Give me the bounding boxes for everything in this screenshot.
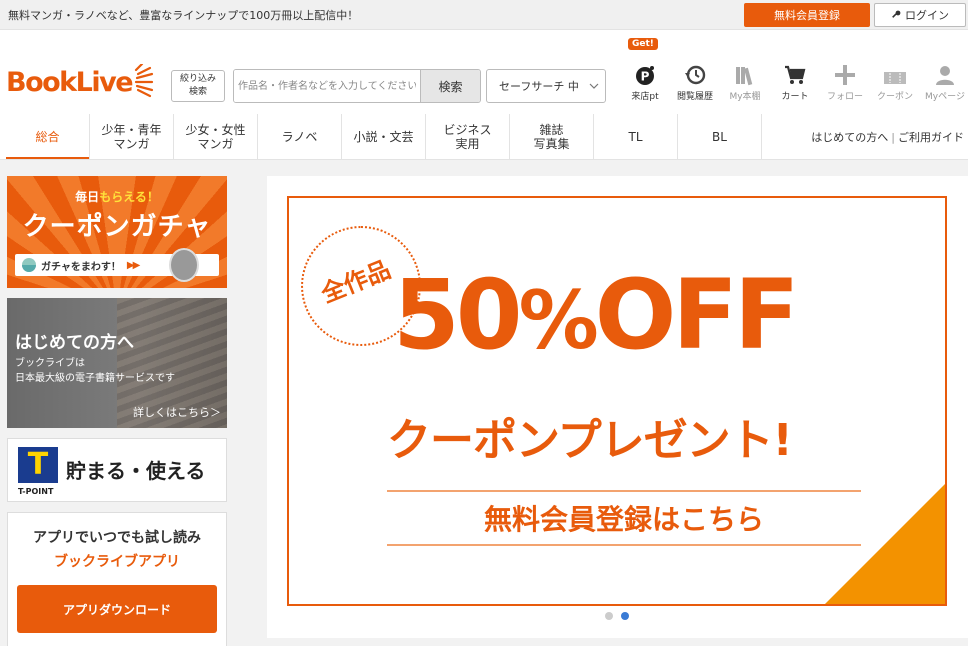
app-promo-line1: アプリでいつでも試し読み <box>33 530 201 546</box>
login-button[interactable]: ログイン <box>874 2 966 27</box>
cart-icon <box>785 65 806 84</box>
first-time-title: はじめての方へ <box>15 333 134 353</box>
header: BookLive 絞り込み 検索 検索 セーフサーチ 中 Get! P <box>0 30 968 114</box>
app-download-button[interactable]: アプリダウンロード <box>17 585 217 633</box>
tab-bl[interactable]: BL <box>678 114 762 159</box>
gacha-title: クーポンガチャ <box>22 212 212 242</box>
safe-search-select[interactable]: セーフサーチ 中 <box>486 69 606 103</box>
store-point-link[interactable]: Get! P 来店pt <box>620 38 670 114</box>
first-time-link[interactable]: はじめての方へ <box>811 129 888 145</box>
hero-carousel: 全作品 50%OFF クーポンプレゼント! 無料会員登録はこちら <box>267 176 968 638</box>
register-button[interactable]: 無料会員登録 <box>744 2 870 27</box>
history-icon <box>685 65 706 85</box>
tpoint-text: 貯まる・使える <box>66 459 206 483</box>
key-icon <box>892 10 901 18</box>
coupon-gacha-banner[interactable]: 毎日もらえる！ クーポンガチャ ガチャをまわす！ ▶▶ <box>7 176 227 288</box>
hero-banner[interactable]: 全作品 50%OFF クーポンプレゼント! 無料会員登録はこちら <box>287 196 947 606</box>
search-input[interactable] <box>234 70 420 102</box>
bookshelf-label: My本棚 <box>729 92 761 102</box>
safe-search-value: セーフサーチ 中 <box>499 80 579 93</box>
tab-business[interactable]: ビジネス 実用 <box>426 114 510 159</box>
first-time-banner[interactable]: はじめての方へ ブックライブは 日本最大級の電子書籍サービスです 詳しくはこちら… <box>7 298 227 428</box>
corner-decoration <box>825 484 945 604</box>
point-icon: P <box>636 66 654 85</box>
tab-shojo-josei[interactable]: 少女・女性 マンガ <box>174 114 258 159</box>
tpoint-logo: T <box>18 447 58 483</box>
login-label: ログイン <box>905 8 949 22</box>
follow-label: フォロー <box>826 92 863 102</box>
bookshelf-link[interactable]: My本棚 <box>720 38 770 114</box>
guide-links: はじめての方へ | ご利用ガイド <box>811 114 964 160</box>
cart-label: カート <box>781 92 809 102</box>
divider-top <box>387 490 861 492</box>
carousel-dot-1[interactable] <box>605 612 613 620</box>
guide-separator: | <box>891 130 895 144</box>
filter-label-line1: 絞り込み <box>179 74 216 84</box>
get-badge: Get! <box>628 38 658 50</box>
sunburst-icon <box>134 64 154 98</box>
coupon-label: クーポン <box>876 92 913 102</box>
tpoint-logo-label: T-POINT <box>18 487 54 496</box>
gacha-capsule-icon <box>22 258 36 272</box>
gacha-spin-label: ガチャをまわす！ <box>41 261 121 273</box>
sidebar: 毎日もらえる！ クーポンガチャ ガチャをまわす！ ▶▶ はじめての方へ ブックラ… <box>7 176 227 646</box>
promo-message: 無料マンガ・ラノベなど、豊富なラインナップで100万冊以上配信中！ <box>8 8 359 22</box>
divider-bottom <box>387 544 861 546</box>
gacha-arrows: ▶▶ <box>126 259 140 271</box>
tab-magazine-photo[interactable]: 雑誌 写真集 <box>510 114 594 159</box>
account-actions: 無料会員登録 ログイン <box>744 2 968 27</box>
history-link[interactable]: 閲覧履歴 <box>670 38 720 114</box>
svg-text:P: P <box>641 70 650 84</box>
filter-label-line2: 検索 <box>188 87 207 97</box>
first-time-description: ブックライブは 日本最大級の電子書籍サービスです <box>15 358 175 384</box>
tab-shonen-seinen[interactable]: 少年・青年 マンガ <box>90 114 174 159</box>
history-label: 閲覧履歴 <box>676 92 713 102</box>
discount-text: 50%OFF <box>393 259 800 371</box>
hero-register-link[interactable]: 無料会員登録はこちら <box>387 498 861 538</box>
coupon-link[interactable]: クーポン <box>870 38 920 114</box>
first-time-more-link[interactable]: 詳しくはこちら＞ <box>133 404 221 420</box>
app-promo-line2: ブックライブアプリ <box>54 554 180 570</box>
carousel-dot-2[interactable] <box>621 612 629 620</box>
cart-link[interactable]: カート <box>770 38 820 114</box>
tab-general[interactable]: 総合 <box>6 114 90 159</box>
chevron-down-icon <box>589 83 599 89</box>
search-box: 検索 <box>233 69 481 103</box>
top-bar: 無料マンガ・ラノベなど、豊富なラインナップで100万冊以上配信中！ 無料会員登録… <box>0 0 968 30</box>
main-content: 毎日もらえる！ クーポンガチャ ガチャをまわす！ ▶▶ はじめての方へ ブックラ… <box>0 160 968 646</box>
tab-novel-literature[interactable]: 小説・文芸 <box>342 114 426 159</box>
mypage-link[interactable]: Myページ <box>920 38 968 114</box>
filter-search-button[interactable]: 絞り込み 検索 <box>171 70 225 102</box>
mypage-label: Myページ <box>925 92 965 102</box>
carousel-dots <box>605 612 629 620</box>
gacha-knob-icon <box>169 248 199 282</box>
tab-light-novel[interactable]: ラノベ <box>258 114 342 159</box>
header-icon-menu: Get! P 来店pt 閲覧履歴 My本棚 カート フォロー クーポン Myペー… <box>620 38 968 114</box>
bookshelf-icon <box>736 67 753 86</box>
tab-tl[interactable]: TL <box>594 114 678 159</box>
store-point-label: 来店pt <box>631 92 659 102</box>
tpoint-banner[interactable]: T T-POINT 貯まる・使える <box>7 438 227 502</box>
user-icon <box>936 66 954 85</box>
coupon-present-text: クーポンプレゼント! <box>387 415 793 466</box>
booklive-logo[interactable]: BookLive <box>6 64 156 100</box>
coupon-icon <box>884 72 906 84</box>
gacha-daily-text: 毎日もらえる！ <box>75 190 159 204</box>
plus-icon <box>835 65 855 85</box>
search-button[interactable]: 検索 <box>420 70 480 102</box>
follow-link[interactable]: フォロー <box>820 38 870 114</box>
usage-guide-link[interactable]: ご利用ガイド <box>898 129 964 145</box>
app-promo-box: アプリでいつでも試し読み ブックライブアプリ アプリダウンロード <box>7 512 227 646</box>
category-nav: 総合 少年・青年 マンガ 少女・女性 マンガ ラノベ 小説・文芸 ビジネス 実用… <box>0 114 968 160</box>
logo-text: BookLive <box>6 66 134 98</box>
